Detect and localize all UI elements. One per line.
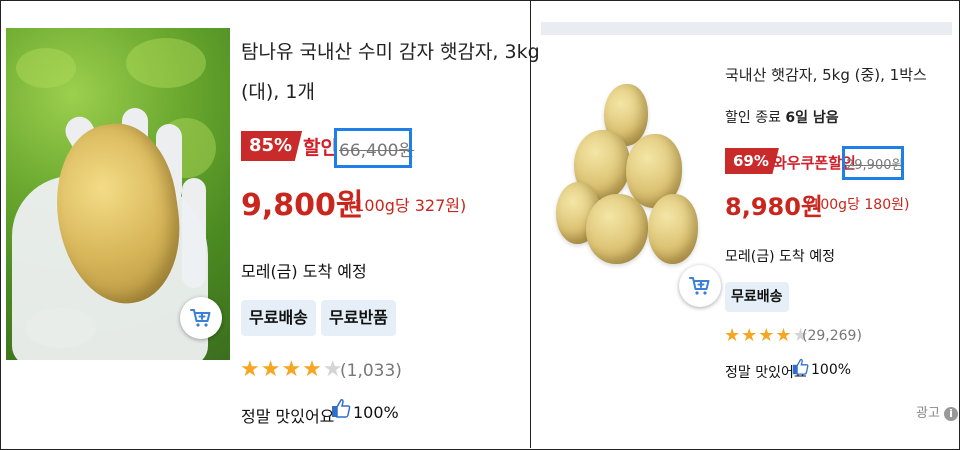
tag-free-shipping: 무료배송 (725, 282, 789, 312)
tasty-percent: 100% (811, 362, 852, 378)
ad-indicator[interactable]: 광고 i (916, 402, 959, 421)
add-to-cart-button[interactable] (180, 297, 222, 339)
sale-end-notice: 할인 종료 6일 남음 (725, 107, 839, 127)
discount-row: 69% (725, 148, 779, 174)
tasty-percent: 100% (353, 403, 399, 422)
sale-price: 9,800원 (241, 188, 364, 223)
product-title[interactable]: 국내산 햇감자, 5kg (중), 1박스 (725, 64, 927, 85)
delivery-info: 모레(금) 도착 예정 (725, 249, 835, 265)
card2-top-bar (541, 22, 952, 35)
discount-badge: 85% (241, 131, 303, 161)
rating-stars: ★★★★★ (724, 325, 809, 346)
product-title-line2[interactable]: (대), 1개 (241, 74, 315, 110)
unit-price: (100g당 180원) (806, 197, 910, 213)
star-filled-icon: ★★★★ (240, 357, 323, 382)
thumbs-up-icon (792, 358, 809, 375)
tasty-label: 정말 맛있어요 (241, 407, 335, 426)
tag-free-shipping: 무료배송 (241, 300, 316, 336)
sale-end-days: 6일 남음 (785, 110, 839, 126)
add-to-cart-icon (689, 277, 710, 295)
product-title-line1[interactable]: 탐나유 국내산 수미 감자 햇감자, 3kg (241, 34, 540, 70)
original-price-highlight (842, 146, 904, 180)
potato-shape (586, 194, 648, 264)
delivery-info: 모레(금) 도착 예정 (241, 262, 367, 281)
review-count[interactable]: (1,033) (340, 361, 402, 381)
product-image-potato-pile[interactable] (556, 78, 706, 268)
ad-label: 광고 (916, 406, 940, 421)
add-to-cart-icon (190, 309, 211, 327)
discount-row: 85% (241, 131, 303, 161)
rating-stars: ★★★★★ (240, 357, 343, 382)
discount-badge: 69% (725, 148, 779, 174)
original-price-highlight (334, 128, 412, 168)
star-filled-icon: ★★★★ (724, 325, 793, 346)
review-count[interactable]: (29,269) (802, 328, 862, 344)
thumbs-up-icon (332, 399, 351, 418)
sale-end-prefix: 할인 종료 (725, 110, 786, 126)
unit-price: (100g당 327원) (348, 196, 467, 215)
leaf-blob (126, 38, 206, 88)
discount-label: 할인 (303, 137, 338, 159)
tag-free-return: 무료반품 (321, 300, 396, 336)
potato-shape (648, 194, 698, 264)
leaf-blob (16, 48, 76, 88)
info-icon: i (944, 406, 959, 421)
add-to-cart-button[interactable] (679, 265, 721, 307)
